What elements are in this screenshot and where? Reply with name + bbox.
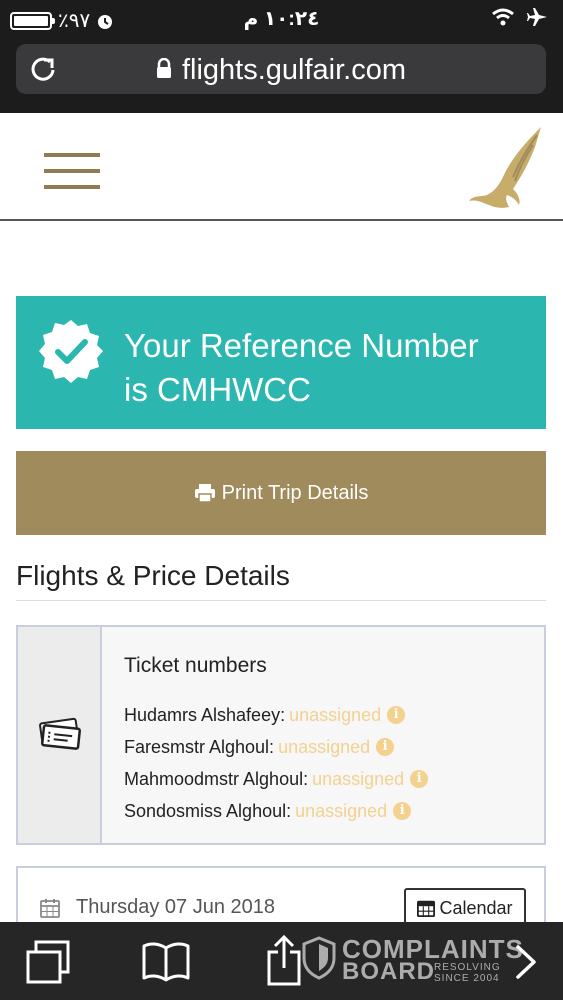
ticket-status: unassigned xyxy=(289,705,382,725)
passenger-name: Faresmstr Alghoul: xyxy=(124,737,275,757)
hamburger-menu-icon[interactable] xyxy=(44,153,100,189)
wifi-icon xyxy=(492,8,514,26)
watermark-line-2: BOARD xyxy=(342,958,435,985)
calendar-icon xyxy=(40,899,60,918)
list-item: Faresmstr Alghoul: unassigned i xyxy=(124,735,428,767)
passenger-name: Mahmoodmstr Alghoul: xyxy=(124,769,309,789)
info-icon[interactable]: i xyxy=(410,770,429,788)
lock-icon xyxy=(156,58,171,79)
shield-logo xyxy=(302,936,336,980)
status-right xyxy=(491,6,549,28)
info-icon[interactable]: i xyxy=(393,802,412,820)
browser-chrome: ٪٩٧ ١٠:٢٤ م flights.gulfair.com xyxy=(0,0,563,113)
complaints-board-watermark: COMPLAINTS BOARD RESOLVING SINCE 2004 xyxy=(302,932,523,992)
status-bar: ٪٩٧ ١٠:٢٤ م xyxy=(0,0,563,38)
print-trip-details-button[interactable]: Print Trip Details xyxy=(16,451,546,535)
ticket-card-sidebar xyxy=(18,627,102,843)
reference-number-text: Your Reference Number is CMHWCC xyxy=(124,324,534,412)
info-icon[interactable]: i xyxy=(376,738,395,756)
reference-line-2: is CMHWCC xyxy=(124,371,311,408)
forward-chevron-icon[interactable] xyxy=(514,944,538,980)
airplane-mode-icon xyxy=(527,8,547,26)
ticket-numbers-card: Ticket numbers Hudamrs Alshafeey: unassi… xyxy=(16,625,546,845)
ticket-list: Hudamrs Alshafeey: unassigned i Faresmst… xyxy=(124,703,429,831)
print-button-label: Print Trip Details xyxy=(221,481,369,504)
ticket-icon xyxy=(39,717,81,750)
calendar-button-label: Calendar xyxy=(439,897,513,918)
bookmarks-icon[interactable] xyxy=(142,942,190,982)
ticket-numbers-title: Ticket numbers xyxy=(124,654,267,677)
browser-toolbar: COMPLAINTS BOARD RESOLVING SINCE 2004 xyxy=(0,922,563,1000)
share-icon[interactable] xyxy=(266,934,302,986)
checkmark-badge-icon xyxy=(39,320,103,383)
list-item: Mahmoodmstr Alghoul: unassigned i xyxy=(124,767,429,799)
status-time: ١٠:٢٤ م xyxy=(243,8,320,30)
reference-line-1: Your Reference Number xyxy=(124,327,479,364)
section-divider xyxy=(16,600,546,601)
watermark-sub-1: RESOLVING xyxy=(434,962,501,973)
info-icon[interactable]: i xyxy=(387,706,406,724)
section-title: Flights & Price Details xyxy=(16,560,290,591)
gulfair-falcon-logo[interactable] xyxy=(467,125,543,209)
ticket-status: unassigned xyxy=(312,769,405,789)
tabs-icon[interactable] xyxy=(26,940,70,984)
url-bar[interactable]: flights.gulfair.com xyxy=(16,44,546,94)
site-header xyxy=(0,113,563,221)
list-item: Sondosmiss Alghoul: unassigned i xyxy=(124,799,428,831)
ticket-status: unassigned xyxy=(295,801,388,821)
reference-banner: Your Reference Number is CMHWCC xyxy=(16,296,546,429)
printer-icon xyxy=(194,484,215,503)
ticket-status: unassigned xyxy=(278,737,371,757)
url-display[interactable]: flights.gulfair.com xyxy=(16,54,546,87)
watermark-sub-2: SINCE 2004 xyxy=(434,973,500,984)
calendar-icon xyxy=(417,900,436,917)
watermark-subtitle: RESOLVING SINCE 2004 xyxy=(434,962,501,984)
passenger-name: Sondosmiss Alghoul: xyxy=(124,801,292,821)
url-text: flights.gulfair.com xyxy=(181,54,407,86)
list-item: Hudamrs Alshafeey: unassigned i xyxy=(124,703,428,735)
flight-date: Thursday 07 Jun 2018 xyxy=(76,896,276,918)
passenger-name: Hudamrs Alshafeey: xyxy=(124,705,286,725)
